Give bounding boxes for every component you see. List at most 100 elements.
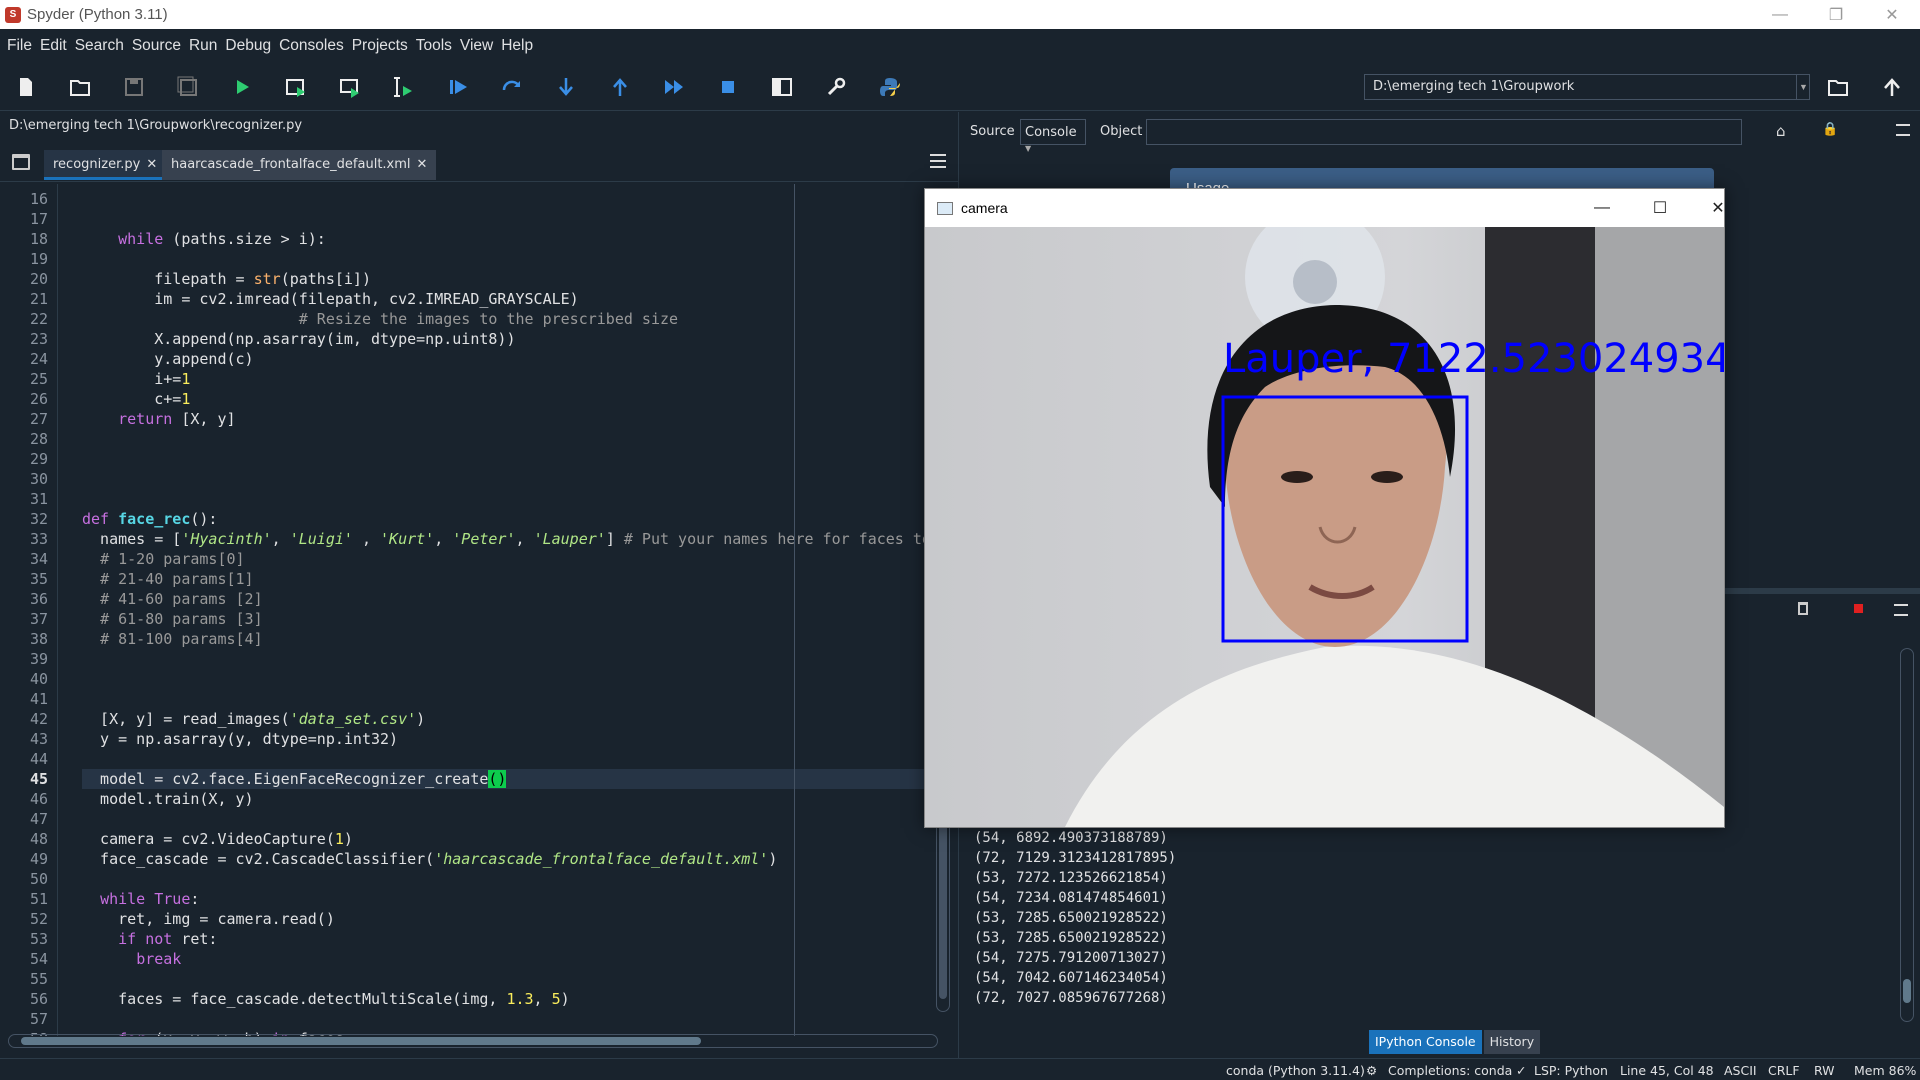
open-file-icon[interactable] bbox=[66, 73, 94, 101]
console-options-menu-icon[interactable] bbox=[1894, 604, 1908, 616]
editor-tab-bar: recognizer.py ✕ haarcascade_frontalface_d… bbox=[0, 146, 958, 182]
continue-icon[interactable] bbox=[660, 73, 688, 101]
save-all-icon[interactable] bbox=[174, 73, 202, 101]
code-line[interactable]: def face_rec(): bbox=[82, 509, 217, 529]
source-select[interactable]: Console ▼ bbox=[1020, 119, 1086, 153]
menu-edit[interactable]: Edit bbox=[36, 37, 71, 55]
working-directory-field[interactable]: D:\emerging tech 1\Groupwork bbox=[1364, 74, 1810, 100]
save-icon[interactable] bbox=[120, 73, 148, 101]
object-field[interactable] bbox=[1146, 119, 1742, 145]
webcam-image: Lauper, 7122.523024934 bbox=[925, 227, 1724, 827]
code-line[interactable]: face_cascade = cv2.CascadeClassifier('ha… bbox=[82, 849, 777, 869]
menu-run[interactable]: Run bbox=[185, 37, 221, 55]
code-line[interactable]: # Resize the images to the prescribed si… bbox=[82, 309, 678, 329]
menu-search[interactable]: Search bbox=[71, 37, 128, 55]
line-number: 17 bbox=[29, 210, 48, 228]
stop-icon[interactable] bbox=[714, 73, 742, 101]
step-icon[interactable] bbox=[498, 73, 526, 101]
parent-directory-icon[interactable] bbox=[1878, 73, 1906, 101]
tab-ipython-console[interactable]: IPython Console bbox=[1369, 1030, 1482, 1054]
pythonpath-icon[interactable] bbox=[876, 73, 904, 101]
tab-haarcascade-xml[interactable]: haarcascade_frontalface_default.xml ✕ bbox=[162, 150, 437, 180]
stop-kernel-icon[interactable] bbox=[1854, 604, 1863, 613]
code-line[interactable]: faces = face_cascade.detectMultiScale(im… bbox=[82, 989, 570, 1009]
camera-minimize-button[interactable]: — bbox=[1579, 193, 1625, 223]
code-line[interactable]: # 41-60 params [2] bbox=[82, 589, 263, 609]
camera-title-bar[interactable]: camera — ☐ ✕ bbox=[925, 189, 1725, 227]
code-line[interactable]: y = np.asarray(y, dtype=np.int32) bbox=[82, 729, 398, 749]
console-vertical-scrollbar[interactable] bbox=[1900, 648, 1914, 1022]
maximize-pane-icon[interactable] bbox=[768, 73, 796, 101]
step-into-icon[interactable] bbox=[552, 73, 580, 101]
code-line[interactable]: y.append(c) bbox=[82, 349, 253, 369]
code-line[interactable]: model.train(X, y) bbox=[82, 789, 254, 809]
close-icon[interactable]: ✕ bbox=[146, 157, 157, 172]
code-line[interactable]: camera = cv2.VideoCapture(1) bbox=[82, 829, 353, 849]
lock-icon[interactable]: 🔒 bbox=[1822, 122, 1838, 137]
code-line[interactable]: im = cv2.imread(filepath, cv2.IMREAD_GRA… bbox=[82, 289, 578, 309]
close-icon[interactable]: ✕ bbox=[417, 157, 428, 172]
code-line[interactable]: [X, y] = read_images('data_set.csv') bbox=[82, 709, 425, 729]
help-options-menu-icon[interactable] bbox=[1896, 124, 1910, 136]
code-line[interactable]: break bbox=[82, 949, 181, 969]
debug-icon[interactable] bbox=[444, 73, 472, 101]
line-number: 48 bbox=[29, 830, 48, 848]
close-button[interactable]: ✕ bbox=[1864, 0, 1920, 29]
browse-tabs-icon[interactable] bbox=[12, 154, 30, 170]
code-line[interactable]: return [X, y] bbox=[82, 409, 235, 429]
status-completions[interactable]: Completions: conda bbox=[1388, 1063, 1512, 1078]
code-line[interactable]: # 81-100 params[4] bbox=[82, 629, 263, 649]
step-return-icon[interactable] bbox=[606, 73, 634, 101]
code-area[interactable]: while (paths.size > i): filepath = str(p… bbox=[82, 184, 958, 1036]
code-line[interactable]: ret, img = camera.read() bbox=[82, 909, 335, 929]
menu-projects[interactable]: Projects bbox=[348, 37, 412, 55]
code-line[interactable]: i+=1 bbox=[82, 369, 190, 389]
new-file-icon[interactable] bbox=[12, 73, 40, 101]
run-cell-icon[interactable] bbox=[282, 73, 310, 101]
code-line[interactable]: while (paths.size > i): bbox=[82, 229, 326, 249]
status-environment[interactable]: conda (Python 3.11.4) bbox=[1226, 1063, 1365, 1078]
code-line[interactable]: # 61-80 params [3] bbox=[82, 609, 263, 629]
console-output-line: (54, 6892.490373188789) bbox=[974, 830, 1168, 846]
code-line[interactable]: # 1-20 params[0] bbox=[82, 549, 245, 569]
restore-button[interactable]: ❐ bbox=[1808, 0, 1864, 29]
code-line[interactable]: c+=1 bbox=[82, 389, 190, 409]
line-number: 34 bbox=[29, 550, 48, 568]
line-number: 57 bbox=[29, 1010, 48, 1028]
line-number: 32 bbox=[29, 510, 48, 528]
menu-debug[interactable]: Debug bbox=[221, 37, 275, 55]
code-line[interactable]: X.append(np.asarray(im, dtype=np.uint8)) bbox=[82, 329, 515, 349]
code-line[interactable]: filepath = str(paths[i]) bbox=[82, 269, 371, 289]
camera-window[interactable]: camera — ☐ ✕ Lauper, 7122.523024934 bbox=[924, 188, 1725, 828]
minimize-button[interactable]: — bbox=[1752, 0, 1808, 29]
run-icon[interactable] bbox=[228, 73, 256, 101]
code-line[interactable]: while True: bbox=[82, 889, 199, 909]
code-line[interactable]: names = ['Hyacinth', 'Luigi' , 'Kurt', '… bbox=[82, 529, 931, 549]
tab-history[interactable]: History bbox=[1483, 1030, 1541, 1054]
console-pane-tabs: IPython Console History bbox=[1369, 1030, 1542, 1054]
menu-help[interactable]: Help bbox=[497, 37, 537, 55]
camera-close-button[interactable]: ✕ bbox=[1695, 193, 1741, 223]
preferences-icon[interactable] bbox=[822, 73, 850, 101]
editor-options-menu-icon[interactable] bbox=[930, 154, 946, 168]
tab-recognizer-py[interactable]: recognizer.py ✕ bbox=[44, 150, 167, 180]
menu-consoles[interactable]: Consoles bbox=[275, 37, 348, 55]
menu-source[interactable]: Source bbox=[128, 37, 185, 55]
camera-maximize-button[interactable]: ☐ bbox=[1637, 193, 1683, 223]
menu-tools[interactable]: Tools bbox=[412, 37, 456, 55]
code-line[interactable]: # 21-40 params[1] bbox=[82, 569, 254, 589]
home-icon[interactable]: ⌂ bbox=[1776, 122, 1786, 140]
chevron-down-icon[interactable]: ▼ bbox=[1796, 74, 1810, 100]
column-guide bbox=[794, 184, 795, 1036]
code-editor[interactable]: 16 17 18 19 20 21 22 23 24 25 26 27 28 29 30 31 32 33 34 35… bbox=[0, 184, 958, 1036]
status-lsp[interactable]: LSP: Python bbox=[1534, 1063, 1608, 1078]
menu-view[interactable]: View bbox=[456, 37, 497, 55]
editor-horizontal-scrollbar[interactable] bbox=[8, 1034, 938, 1048]
browse-folder-icon[interactable] bbox=[1824, 73, 1852, 101]
run-selection-icon[interactable] bbox=[390, 73, 418, 101]
trash-icon[interactable] bbox=[1798, 602, 1808, 615]
run-cell-advance-icon[interactable] bbox=[336, 73, 364, 101]
menu-file[interactable]: File bbox=[3, 37, 36, 55]
code-line[interactable]: if not ret: bbox=[82, 929, 217, 949]
code-line[interactable]: model = cv2.face.EigenFaceRecognizer_cre… bbox=[82, 769, 958, 789]
